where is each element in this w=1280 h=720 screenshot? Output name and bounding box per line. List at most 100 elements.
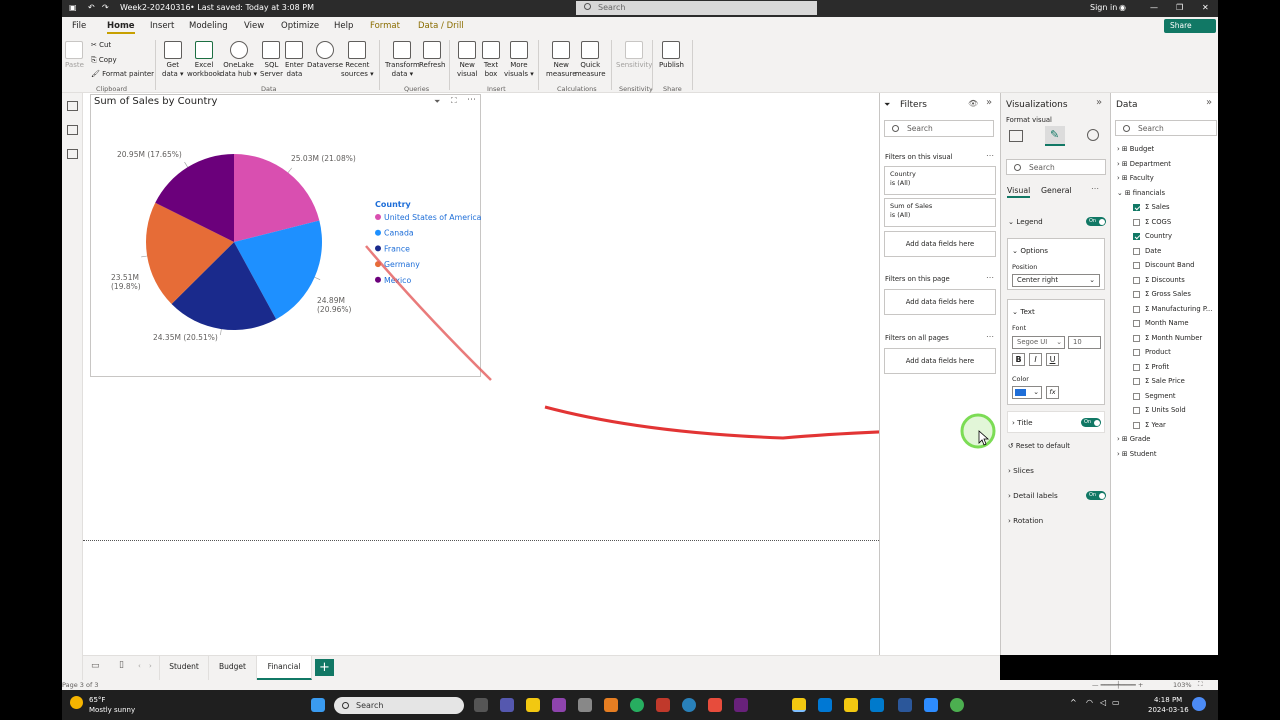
task-view-icon[interactable] — [474, 698, 488, 712]
legend-item[interactable]: Mexico — [384, 276, 411, 285]
data-field[interactable]: Σ Profit — [1145, 363, 1169, 371]
format-visual-tab[interactable]: ✎ — [1045, 126, 1065, 146]
data-field[interactable]: Σ Discounts — [1145, 276, 1185, 284]
more-options-icon[interactable]: ⋯ — [986, 151, 994, 160]
share-button[interactable]: Share — [1164, 19, 1216, 33]
menu-optimize[interactable]: Optimize — [281, 21, 319, 31]
menu-data-drill[interactable]: Data / Drill — [418, 21, 464, 31]
field-checkbox[interactable] — [1133, 233, 1140, 240]
collapse-viz-icon[interactable]: » — [1096, 97, 1102, 108]
power-bi-icon[interactable] — [792, 698, 806, 712]
more-options-icon[interactable]: ⋯ — [1091, 184, 1099, 193]
excel-workbook-button[interactable]: Excel workbook — [187, 41, 221, 78]
restore-icon[interactable]: ❐ — [1176, 3, 1183, 12]
data-table-financials[interactable]: ⌄ ⊞ financials — [1117, 189, 1165, 197]
data-field[interactable]: Σ Manufacturing P... — [1145, 305, 1212, 313]
menu-help[interactable]: Help — [334, 21, 353, 31]
filters-search-input[interactable]: Search — [884, 120, 994, 137]
publish-button[interactable]: Publish — [659, 41, 684, 70]
start-icon[interactable] — [311, 698, 325, 712]
data-table-student[interactable]: › ⊞ Student — [1117, 450, 1157, 458]
legend-item[interactable]: Germany — [384, 260, 420, 269]
new-measure-button[interactable]: New measure — [546, 41, 577, 78]
saved-status[interactable]: • Last saved: Today at 3:08 PM — [190, 3, 314, 12]
detail-labels-toggle[interactable]: On — [1086, 491, 1106, 500]
taskbar-search[interactable]: Search — [334, 697, 464, 714]
zoom-slider[interactable]: — ━━━━┿━━━━ + — [1092, 681, 1143, 689]
slices-section[interactable]: › Slices — [1008, 466, 1034, 475]
report-view-icon[interactable] — [67, 101, 78, 111]
add-page-button[interactable]: + — [315, 659, 334, 676]
field-checkbox[interactable] — [1133, 378, 1140, 385]
tab-general[interactable]: General — [1041, 186, 1072, 195]
prev-page-icon[interactable]: ‹ — [138, 662, 141, 670]
fx-button[interactable]: fx — [1046, 386, 1059, 399]
data-field[interactable]: Σ Sales — [1145, 203, 1170, 211]
zoom-icon[interactable] — [924, 698, 938, 712]
chrome-icon[interactable] — [950, 698, 964, 712]
visual-studio-icon[interactable] — [734, 698, 748, 712]
collapse-filters-icon[interactable]: » — [986, 97, 992, 108]
new-visual-button[interactable]: New visual — [457, 41, 477, 78]
more-visuals-button[interactable]: More visuals ▾ — [504, 41, 534, 78]
menu-file[interactable]: File — [72, 21, 86, 31]
field-checkbox[interactable] — [1133, 407, 1140, 414]
rotation-section[interactable]: › Rotation — [1008, 516, 1043, 525]
field-checkbox[interactable] — [1133, 276, 1140, 284]
tab-financial[interactable]: Financial — [257, 656, 312, 680]
data-field[interactable]: Σ COGS — [1145, 218, 1171, 226]
field-checkbox[interactable] — [1133, 334, 1140, 342]
legend-section[interactable]: ⌄ Legend — [1008, 217, 1043, 226]
sensitivity-button[interactable]: Sensitivity — [616, 41, 652, 70]
tray-chevron-icon[interactable]: ^ — [1070, 698, 1077, 707]
data-field[interactable]: Month Name — [1145, 319, 1189, 327]
app-icon[interactable] — [818, 698, 832, 712]
analytics-icon[interactable] — [1087, 129, 1099, 141]
color-picker[interactable]: ⌄ — [1012, 386, 1042, 399]
data-field[interactable]: Σ Month Number — [1145, 334, 1202, 342]
data-field[interactable]: Discount Band — [1145, 261, 1194, 269]
field-checkbox[interactable] — [1133, 305, 1140, 313]
sticky-notes-icon[interactable] — [844, 698, 858, 712]
pie-chart-visual[interactable]: Sum of Sales by Country ⏷ ⛶ ⋯ 25.03M (21… — [90, 94, 482, 377]
app-icon[interactable] — [552, 698, 566, 712]
filter-card-country[interactable]: Country is (All) — [884, 166, 996, 195]
italic-button[interactable]: I — [1029, 353, 1042, 366]
field-checkbox[interactable] — [1133, 320, 1140, 327]
add-report-filter-dropzone[interactable]: Add data fields here — [884, 348, 996, 374]
app-icon[interactable] — [708, 698, 722, 712]
word-icon[interactable] — [898, 698, 912, 712]
viz-search-input[interactable]: Search — [1006, 159, 1106, 175]
data-field[interactable]: Σ Year — [1145, 421, 1166, 429]
fit-page-icon[interactable]: ⛶ — [1198, 680, 1203, 689]
clock-date[interactable]: 2024-03-16 — [1148, 706, 1189, 714]
field-checkbox[interactable] — [1133, 363, 1140, 371]
app-icon[interactable] — [630, 698, 644, 712]
legend-item[interactable]: France — [384, 244, 410, 253]
mobile-layout-icon[interactable]: ▯ — [119, 660, 124, 670]
data-field[interactable]: Segment — [1145, 392, 1176, 400]
tab-budget[interactable]: Budget — [209, 656, 257, 680]
detail-labels-section[interactable]: › Detail labels — [1008, 491, 1058, 500]
recent-sources-button[interactable]: Recent sources ▾ — [341, 41, 374, 78]
data-table-grade[interactable]: › ⊞ Grade — [1117, 435, 1150, 443]
underline-button[interactable]: U — [1046, 353, 1059, 366]
data-search-input[interactable]: Search — [1115, 120, 1217, 136]
menu-home[interactable]: Home — [107, 21, 135, 34]
field-checkbox[interactable] — [1133, 392, 1140, 400]
font-size-stepper[interactable]: 10 — [1068, 336, 1101, 349]
title-toggle[interactable]: On — [1081, 418, 1101, 427]
copy-button[interactable]: ⎘ Copy — [91, 56, 117, 65]
sql-server-button[interactable]: SQL Server — [260, 41, 283, 78]
field-checkbox[interactable] — [1133, 204, 1140, 211]
clock-time[interactable]: 4:18 PM — [1154, 696, 1182, 704]
field-checkbox[interactable] — [1133, 262, 1140, 269]
redo-icon[interactable]: ↷ — [102, 3, 109, 12]
data-table-faculty[interactable]: › ⊞ Faculty — [1117, 174, 1154, 182]
legend-item[interactable]: United States of America — [384, 213, 482, 222]
title-section[interactable]: › Title — [1012, 418, 1033, 427]
position-dropdown[interactable]: Center right ⌄ — [1012, 274, 1100, 287]
title-search[interactable]: Search — [576, 1, 817, 15]
field-checkbox[interactable] — [1133, 291, 1140, 298]
app-icon[interactable] — [578, 698, 592, 712]
